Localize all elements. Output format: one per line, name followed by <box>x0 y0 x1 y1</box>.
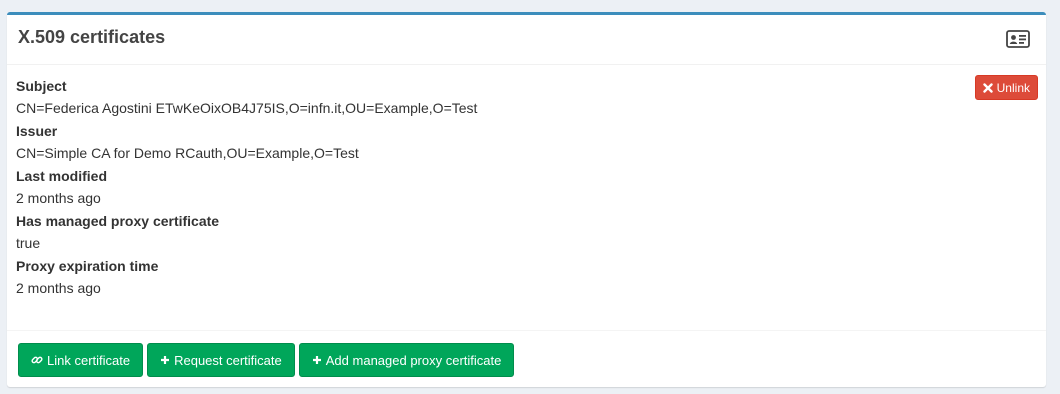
link-icon <box>31 354 43 366</box>
x509-certificates-box: X.509 certificates Unlink Subject CN=Fed… <box>7 12 1046 387</box>
plus-icon <box>312 355 322 365</box>
add-managed-proxy-label: Add managed proxy certificate <box>325 352 502 368</box>
link-certificate-label: Link certificate <box>47 352 131 368</box>
last-modified-value: 2 months ago <box>16 190 101 206</box>
issuer-value: CN=Simple CA for Demo RCauth,OU=Example,… <box>16 145 359 161</box>
certificate-details: Unlink Subject CN=Federica Agostini ETwK… <box>7 65 1046 331</box>
request-certificate-button[interactable]: Request certificate <box>147 343 295 377</box>
unlink-label: Unlink <box>996 80 1030 95</box>
unlink-button[interactable]: Unlink <box>974 75 1038 100</box>
add-managed-proxy-button[interactable]: Add managed proxy certificate <box>298 343 515 377</box>
proxy-expiration-value: 2 months ago <box>16 280 101 296</box>
proxy-expiration-label: Proxy expiration time <box>16 258 159 274</box>
subject-value: CN=Federica Agostini ETwKeOixOB4J75IS,O=… <box>16 100 478 116</box>
managed-proxy-value: true <box>16 235 41 251</box>
last-modified-label: Last modified <box>16 168 108 184</box>
managed-proxy-label: Has managed proxy certificate <box>16 213 220 229</box>
close-icon <box>982 82 993 93</box>
box-footer: Link certificate Request certificate Add… <box>7 331 1046 389</box>
request-certificate-label: Request certificate <box>174 352 282 368</box>
plus-icon <box>160 355 170 365</box>
link-certificate-button[interactable]: Link certificate <box>18 343 144 377</box>
box-header: X.509 certificates <box>7 15 1046 65</box>
subject-label: Subject <box>16 78 67 94</box>
issuer-label: Issuer <box>16 123 58 139</box>
id-card-icon <box>1006 29 1030 49</box>
box-title: X.509 certificates <box>18 27 166 47</box>
